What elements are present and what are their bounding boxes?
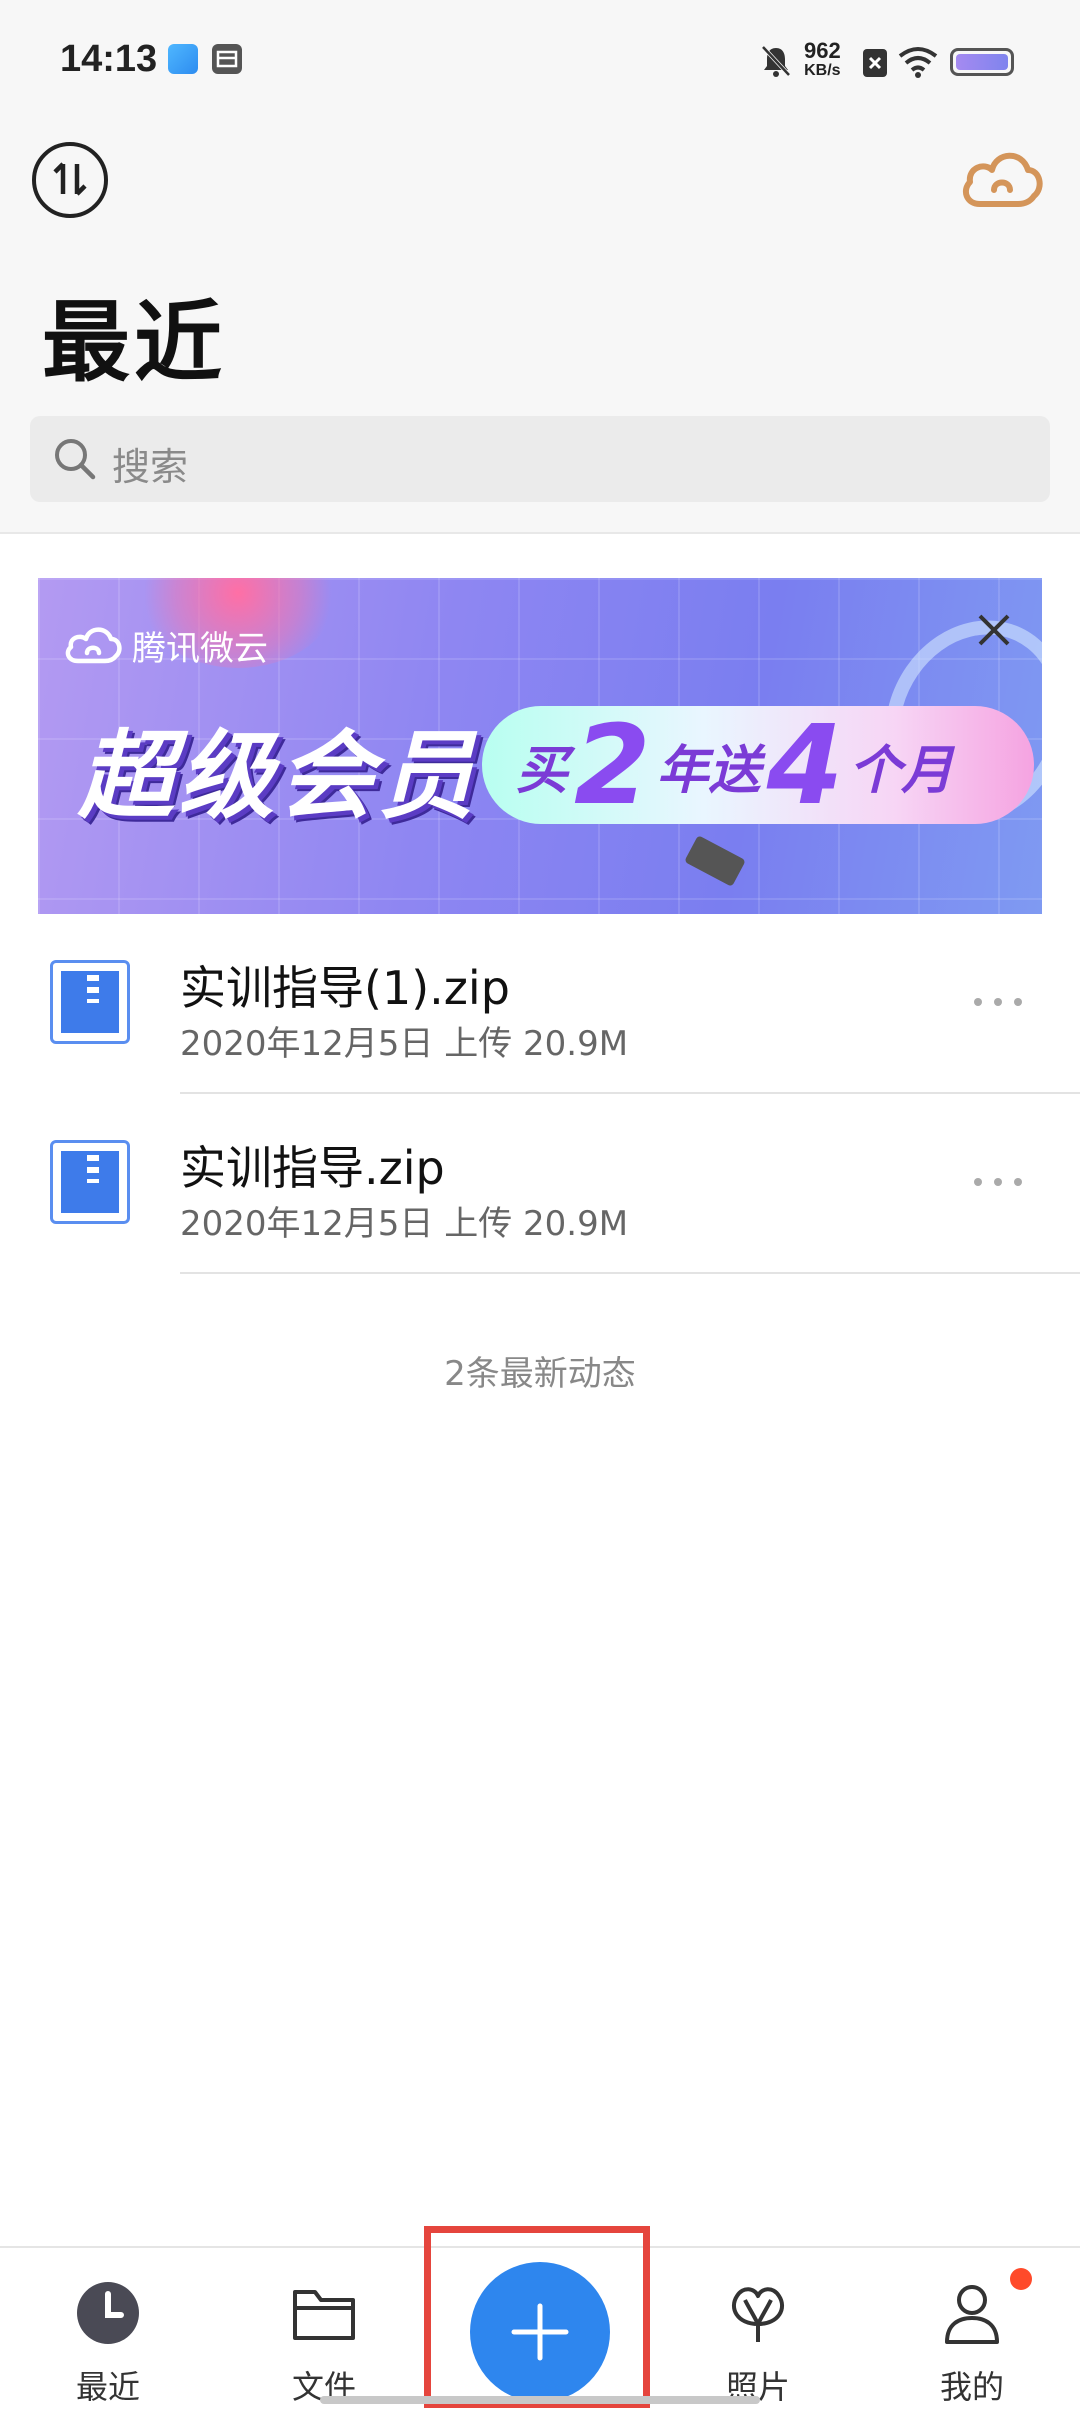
page-title: 最近 (42, 291, 227, 394)
clock-icon (77, 2282, 139, 2344)
file-name: 实训指导.zip (180, 1141, 445, 1195)
folder-icon (293, 2290, 355, 2340)
notification-badge (1010, 2268, 1032, 2290)
battery-icon (950, 48, 1014, 76)
banner-brand: 腾讯微云 (62, 620, 268, 670)
banner-headline: 超级会员 (78, 720, 478, 832)
row-divider (180, 1272, 1080, 1274)
search-input[interactable]: 搜索 (30, 416, 1050, 502)
file-meta: 2020年12月5日 上传 20.9M (180, 1204, 629, 1244)
weiyun-logo-icon (65, 627, 122, 664)
offer-buy-text: 买 (516, 740, 569, 801)
zip-file-icon (50, 960, 130, 1044)
status-bar: 14:13 962 KB/s (0, 0, 1080, 108)
inbox-app-icon (212, 44, 242, 74)
home-indicator (320, 2396, 760, 2404)
banner-close-icon[interactable] (972, 608, 1016, 652)
offer-gift-text: 年送 (656, 740, 761, 801)
cloud-button[interactable] (958, 144, 1044, 214)
banner-offer-pill: 买 2 年送 4 个月 (482, 701, 1034, 829)
banner-brand-text: 腾讯微云 (132, 628, 268, 669)
nav-item-recent[interactable]: 最近 (28, 2248, 188, 2410)
list-item[interactable]: 实训指导(1).zip 2020年12月5日 上传 20.9M (0, 920, 1080, 1100)
promo-banner[interactable]: 腾讯微云 超级会员 买 2 年送 4 个月 (38, 578, 1042, 914)
nav-item-photos[interactable]: 照片 (678, 2248, 838, 2410)
net-speed-value: 962 (804, 38, 841, 63)
offer-month-unit: 个月 (849, 740, 954, 801)
weather-app-icon (168, 44, 198, 74)
cloud-icon (962, 152, 1043, 207)
offer-years: 2 (574, 701, 651, 829)
nav-label: 最近 (75, 2368, 140, 2406)
nav-label: 我的 (939, 2368, 1004, 2406)
sim-x-icon (863, 49, 887, 77)
list-item[interactable]: 实训指导.zip 2020年12月5日 上传 20.9M (0, 1100, 1080, 1280)
header-divider (0, 532, 1080, 534)
net-speed-unit: KB/s (804, 62, 841, 79)
photo-balloon-icon (731, 2287, 785, 2342)
more-options-icon[interactable] (970, 1172, 1026, 1192)
search-icon (55, 439, 96, 480)
row-divider (180, 1092, 1080, 1094)
user-icon (945, 2285, 999, 2344)
search-placeholder: 搜索 (112, 445, 189, 489)
sort-toggle-icon (53, 162, 87, 196)
banner-offer-text: 买 2 年送 4 个月 (516, 701, 954, 829)
wifi-icon (898, 47, 938, 78)
status-time: 14:13 (60, 38, 158, 80)
more-options-icon[interactable] (970, 992, 1026, 1012)
sort-toggle-button[interactable] (32, 142, 108, 218)
file-meta: 2020年12月5日 上传 20.9M (180, 1024, 629, 1064)
file-name: 实训指导(1).zip (180, 961, 510, 1015)
mute-icon (761, 45, 791, 77)
header: 最近 搜索 (0, 108, 1080, 534)
zip-file-icon (50, 1140, 130, 1224)
net-speed: 962 KB/s (804, 38, 841, 80)
offer-months: 4 (766, 701, 844, 829)
highlight-box (424, 2226, 650, 2408)
nav-item-files[interactable]: 文件 (244, 2248, 404, 2410)
activity-count: 2条最新动态 (444, 1354, 636, 1394)
